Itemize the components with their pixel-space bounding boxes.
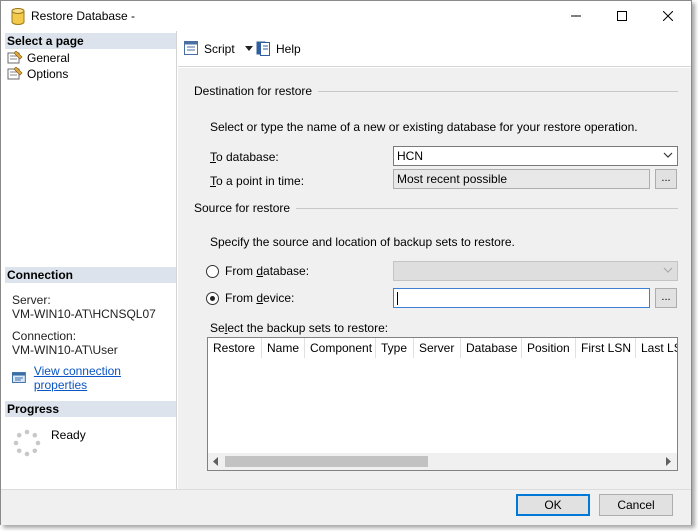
to-database-combo[interactable]: HCN <box>393 146 678 166</box>
progress-status: Ready <box>51 428 86 442</box>
radio-circle <box>206 291 219 305</box>
from-device-input[interactable] <box>393 288 650 308</box>
to-database-label: To database: <box>210 150 279 164</box>
divider <box>298 91 678 92</box>
page-icon <box>7 67 23 80</box>
scroll-left-icon[interactable] <box>213 457 219 466</box>
from-device-radio[interactable]: From device: <box>206 291 294 305</box>
text-caret <box>397 292 398 305</box>
page-item-general[interactable]: General <box>7 50 70 66</box>
source-group-title: Source for restore <box>194 201 297 215</box>
column-header[interactable]: Database <box>461 338 522 358</box>
help-label: Help <box>276 41 301 56</box>
radio-circle <box>206 264 219 278</box>
window-title: Restore Database - <box>31 9 136 23</box>
server-value: VM-WIN10-AT\HCNSQL07 <box>12 307 156 321</box>
help-icon <box>256 41 270 56</box>
toolbar: Script Help <box>178 31 691 67</box>
point-in-time-label: To a point in time: <box>210 174 305 188</box>
from-database-combo[interactable] <box>393 261 678 281</box>
to-database-value: HCN <box>397 149 423 163</box>
column-header[interactable]: Type <box>376 338 414 358</box>
properties-icon <box>12 372 26 383</box>
connection-value: VM-WIN10-AT\User <box>12 343 118 357</box>
timeline-button[interactable]: ... <box>655 169 677 189</box>
script-button[interactable]: Script <box>184 41 261 56</box>
server-label: Server: <box>12 293 51 307</box>
backup-sets-grid[interactable]: Restore Name Component Type Server Datab… <box>207 337 678 471</box>
connection-label: Connection: <box>12 329 77 343</box>
horizontal-scrollbar[interactable] <box>208 453 677 470</box>
from-device-label: From device: <box>225 291 295 305</box>
database-icon <box>11 8 25 25</box>
destination-group-title: Destination for restore <box>194 84 319 98</box>
source-description: Specify the source and location of backu… <box>210 235 515 249</box>
view-connection-properties-link[interactable]: View connection properties <box>12 364 176 392</box>
cancel-button[interactable]: Cancel <box>599 494 673 516</box>
title-bar: Restore Database - <box>1 1 691 31</box>
from-database-label: From database: <box>225 264 310 278</box>
script-label: Script <box>204 41 235 56</box>
close-button[interactable] <box>645 1 691 31</box>
connection-header: Connection <box>5 267 176 283</box>
column-header[interactable]: Server <box>414 338 461 358</box>
minimize-button[interactable] <box>553 1 599 31</box>
link-text: View connection properties <box>33 364 121 392</box>
destination-description: Select or type the name of a new or exis… <box>210 120 638 134</box>
column-header[interactable]: Position <box>522 338 576 358</box>
minimize-icon <box>571 15 581 17</box>
help-button[interactable]: Help <box>256 41 301 56</box>
chevron-down-icon <box>663 267 673 273</box>
point-in-time-field: Most recent possible <box>393 169 650 189</box>
page-item-label: Options <box>27 67 69 81</box>
ok-button[interactable]: OK <box>516 494 590 516</box>
close-icon <box>663 11 673 21</box>
maximize-icon <box>617 11 627 21</box>
general-page-content: Destination for restore Select or type t… <box>178 68 691 489</box>
column-header[interactable]: Restore <box>208 338 262 358</box>
column-header[interactable]: First LSN <box>576 338 636 358</box>
page-item-label: General <box>27 51 70 65</box>
script-icon <box>184 41 198 55</box>
from-database-radio[interactable]: From database: <box>206 264 309 278</box>
point-in-time-value: Most recent possible <box>397 172 508 186</box>
backup-sets-label: Select the backup sets to restore: <box>210 321 389 335</box>
scroll-right-icon[interactable] <box>666 457 672 466</box>
divider <box>284 208 678 209</box>
page-item-options[interactable]: Options <box>7 66 68 82</box>
restore-database-window: Restore Database - Select a page General <box>0 0 692 525</box>
browse-device-button[interactable]: ... <box>655 288 677 308</box>
column-header[interactable]: Last LSN <box>636 338 677 358</box>
chevron-down-icon <box>663 152 673 158</box>
column-header[interactable]: Component <box>305 338 376 358</box>
maximize-button[interactable] <box>599 1 645 31</box>
progress-header: Progress <box>5 401 176 417</box>
chevron-down-icon <box>244 45 253 51</box>
select-page-header: Select a page <box>5 33 176 49</box>
page-icon <box>7 51 23 64</box>
scrollbar-thumb[interactable] <box>225 456 428 467</box>
left-pane: Select a page General Options Connection… <box>1 31 177 489</box>
grid-header: Restore Name Component Type Server Datab… <box>208 338 677 358</box>
dialog-footer: OK Cancel <box>1 489 691 525</box>
progress-spinner-icon <box>13 429 41 457</box>
column-header[interactable]: Name <box>262 338 305 358</box>
